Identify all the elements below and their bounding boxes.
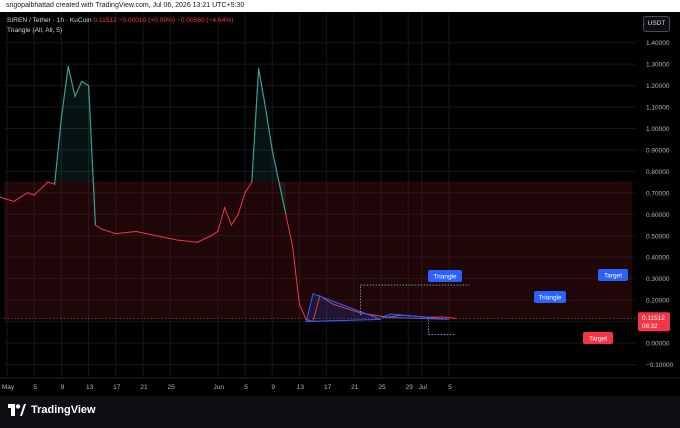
price-point bbox=[176, 239, 178, 241]
time-tick-label: 29 bbox=[406, 384, 414, 391]
time-tick-label: May bbox=[2, 384, 15, 391]
target-label-upper: Target bbox=[604, 273, 622, 280]
price-point bbox=[67, 65, 69, 67]
price-point bbox=[74, 95, 76, 97]
time-tick-label: 9 bbox=[61, 384, 65, 391]
tradingview-brand[interactable]: TradingView bbox=[8, 404, 96, 416]
price-point bbox=[115, 233, 117, 235]
time-tick-label: 21 bbox=[351, 384, 359, 391]
price-point bbox=[26, 192, 28, 194]
price-axis[interactable] bbox=[638, 12, 680, 396]
price-tick-label: 0.50000 bbox=[646, 233, 670, 240]
price-chart[interactable]: Triangle Triangle Target Target 1.40000 1.300… bbox=[0, 0, 680, 396]
price-tick-label: 0.80000 bbox=[646, 169, 670, 176]
price-tick-label: 0.40000 bbox=[646, 255, 670, 262]
price-tick-label: 1.40000 bbox=[646, 40, 670, 47]
price-point bbox=[101, 228, 103, 230]
price-point bbox=[285, 213, 287, 215]
tradingview-logo-icon bbox=[8, 404, 26, 416]
time-tick-label: 25 bbox=[168, 384, 176, 391]
price-point bbox=[251, 181, 253, 183]
time-tick-label: 5 bbox=[448, 384, 452, 391]
price-point bbox=[271, 149, 273, 151]
target-label-lower: Target bbox=[589, 336, 607, 343]
price-point bbox=[244, 192, 246, 194]
price-tick-label: 1.30000 bbox=[646, 62, 670, 69]
time-tick-label: 9 bbox=[271, 384, 275, 391]
time-tick-label: 5 bbox=[33, 384, 37, 391]
time-tick-label: 17 bbox=[324, 384, 332, 391]
price-point bbox=[60, 117, 63, 119]
currency-unit-button[interactable]: USDT bbox=[643, 16, 670, 32]
price-point bbox=[373, 314, 375, 316]
footer: TradingView bbox=[0, 396, 680, 428]
price-tick-label: 0.30000 bbox=[646, 276, 670, 283]
price-point bbox=[13, 200, 15, 203]
price-values: 0.11512 −0.00010 (+0.09%) −0.00560 (−4.6… bbox=[93, 17, 234, 24]
price-point bbox=[47, 181, 49, 183]
price-tick-label: 1.10000 bbox=[646, 105, 670, 112]
price-point bbox=[224, 207, 226, 209]
price-point bbox=[441, 316, 443, 318]
time-tick-label: Jul bbox=[419, 384, 428, 391]
price-point bbox=[94, 224, 96, 226]
time-tick-label: 13 bbox=[297, 384, 305, 391]
time-tick-label: 13 bbox=[86, 384, 94, 391]
price-tick-label: 0.90000 bbox=[646, 147, 670, 154]
brand-name: TradingView bbox=[31, 404, 96, 416]
price-point bbox=[210, 235, 212, 237]
price-point bbox=[298, 303, 300, 305]
price-point bbox=[278, 181, 280, 183]
price-point bbox=[258, 67, 260, 70]
time-tick-label: Jun bbox=[214, 384, 225, 391]
price-point bbox=[81, 80, 83, 82]
price-tick-label: 0.70000 bbox=[646, 190, 670, 197]
triangle-label-2: Triangle bbox=[538, 295, 562, 302]
price-point bbox=[40, 187, 42, 190]
price-tick-label: 0.00000 bbox=[646, 341, 670, 348]
price-point bbox=[54, 183, 56, 185]
price-point bbox=[292, 245, 294, 248]
price-point bbox=[196, 241, 198, 243]
indicator-name[interactable]: Triangle (All, All, 5) bbox=[7, 26, 233, 36]
price-tick-label: 1.20000 bbox=[646, 83, 670, 90]
chart-legend: SIREN / Tether · 1h · KuCoin 0.11512 −0.… bbox=[7, 16, 233, 36]
price-point bbox=[135, 230, 137, 233]
price-tick-label: 0.60000 bbox=[646, 212, 670, 219]
triangle-label-1: Triangle bbox=[433, 274, 457, 281]
price-tick-label: 1.00000 bbox=[646, 126, 670, 133]
price-point bbox=[230, 224, 232, 226]
symbol-title[interactable]: SIREN / Tether · 1h · KuCoin bbox=[7, 17, 92, 24]
countdown-label: 08:32 bbox=[642, 323, 658, 330]
time-tick-label: 17 bbox=[113, 384, 121, 391]
price-tick-label: 0.20000 bbox=[646, 298, 670, 305]
price-point bbox=[88, 85, 90, 87]
price-tick-label: −0.10000 bbox=[646, 362, 674, 369]
price-point bbox=[33, 194, 35, 196]
time-tick-label: 21 bbox=[140, 384, 148, 391]
time-tick-label: 25 bbox=[378, 384, 386, 391]
time-tick-label: 5 bbox=[244, 384, 248, 391]
price-point bbox=[264, 106, 266, 108]
price-point bbox=[156, 235, 158, 237]
price-point bbox=[217, 230, 219, 233]
price-point bbox=[237, 213, 239, 215]
last-price-label: 0.11512 bbox=[642, 315, 665, 322]
